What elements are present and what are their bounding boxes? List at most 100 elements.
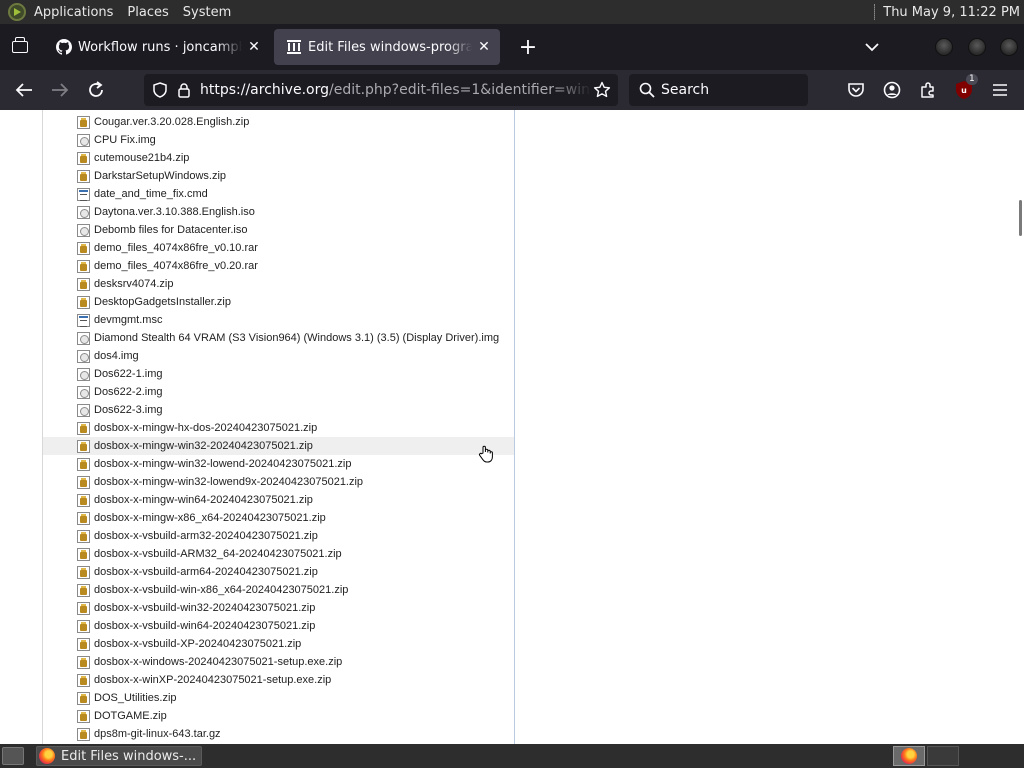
workspace-2-button[interactable] xyxy=(927,746,959,766)
file-row[interactable]: cutemouse21b4.zip xyxy=(43,149,514,167)
file-name[interactable]: demo_files_4074x86fre_v0.10.rar xyxy=(94,242,258,254)
show-desktop-button[interactable] xyxy=(2,747,24,765)
file-name[interactable]: Dos622-1.img xyxy=(94,368,162,380)
file-name[interactable]: dosbox-x-mingw-win32-lowend9x-2024042307… xyxy=(94,476,363,488)
file-row[interactable]: dosbox-x-vsbuild-XP-20240423075021.zip xyxy=(43,635,514,653)
taskbar-window-button[interactable]: Edit Files windows-... xyxy=(36,746,202,766)
file-row[interactable]: dosbox-x-winXP-20240423075021-setup.exe.… xyxy=(43,671,514,689)
url-bar[interactable]: https://archive.org/edit.php?edit-files=… xyxy=(144,74,618,106)
new-tab-button[interactable]: + xyxy=(512,31,544,63)
clock[interactable]: Thu May 9, 11:22 PM xyxy=(883,5,1024,20)
file-row[interactable]: dosbox-x-vsbuild-arm32-20240423075021.zi… xyxy=(43,527,514,545)
file-row[interactable]: DOS_Utilities.zip xyxy=(43,689,514,707)
applications-menu[interactable]: Applications xyxy=(27,5,120,20)
url-text[interactable]: https://archive.org/edit.php?edit-files=… xyxy=(200,82,592,98)
workspace-1-button[interactable] xyxy=(893,746,925,766)
file-row[interactable]: CPU Fix.img xyxy=(43,131,514,149)
file-name[interactable]: date_and_time_fix.cmd xyxy=(94,188,208,200)
file-row[interactable]: dosbox-x-mingw-win64-20240423075021.zip xyxy=(43,491,514,509)
distro-logo-icon[interactable] xyxy=(8,3,26,21)
file-name[interactable]: dosbox-x-vsbuild-win-x86_x64-20240423075… xyxy=(94,584,348,596)
back-button[interactable] xyxy=(8,74,40,106)
file-name[interactable]: cutemouse21b4.zip xyxy=(94,152,189,164)
file-name[interactable]: dosbox-x-mingw-win32-lowend-202404230750… xyxy=(94,458,351,470)
file-name[interactable]: dosbox-x-windows-20240423075021-setup.ex… xyxy=(94,656,342,668)
file-name[interactable]: dps8m-git-linux-643.tar.gz xyxy=(94,728,221,740)
tab-workflow-runs[interactable]: Workflow runs · joncampbell ✕ xyxy=(44,29,270,65)
file-row[interactable]: demo_files_4074x86fre_v0.20.rar xyxy=(43,257,514,275)
file-name[interactable]: Diamond Stealth 64 VRAM (S3 Vision964) (… xyxy=(94,332,499,344)
file-row[interactable]: dps8m-git-linux-643.tar.gz xyxy=(43,725,514,743)
file-row[interactable]: Dos622-1.img xyxy=(43,365,514,383)
file-row[interactable]: Debomb files for Datacenter.iso xyxy=(43,221,514,239)
file-row[interactable]: devmgmt.msc xyxy=(43,311,514,329)
file-name[interactable]: desksrv4074.zip xyxy=(94,278,174,290)
ublock-origin-icon[interactable]: u 1 xyxy=(952,74,978,102)
file-name[interactable]: CPU Fix.img xyxy=(94,134,156,146)
bookmark-star-icon[interactable] xyxy=(592,80,612,100)
file-row[interactable]: date_and_time_fix.cmd xyxy=(43,185,514,203)
app-menu-icon[interactable] xyxy=(988,78,1012,102)
file-row[interactable]: dosbox-x-windows-20240423075021-setup.ex… xyxy=(43,653,514,671)
file-row[interactable]: dosbox-x-mingw-x86_x64-20240423075021.zi… xyxy=(43,509,514,527)
file-name[interactable]: dosbox-x-vsbuild-ARM32_64-20240423075021… xyxy=(94,548,342,560)
file-name[interactable]: dosbox-x-vsbuild-XP-20240423075021.zip xyxy=(94,638,301,650)
file-row[interactable]: DesktopGadgetsInstaller.zip xyxy=(43,293,514,311)
file-row[interactable]: dosbox-x-vsbuild-arm64-20240423075021.zi… xyxy=(43,563,514,581)
system-menu[interactable]: System xyxy=(176,5,238,20)
file-row[interactable]: dosbox-x-mingw-win32-lowend9x-2024042307… xyxy=(43,473,514,491)
file-row[interactable]: dosbox-x-vsbuild-win32-20240423075021.zi… xyxy=(43,599,514,617)
maximize-window-button[interactable] xyxy=(968,38,986,56)
file-name[interactable]: Cougar.ver.3.20.028.English.zip xyxy=(94,116,249,128)
file-name[interactable]: dos4.img xyxy=(94,350,139,362)
reload-button[interactable] xyxy=(80,74,112,106)
file-row[interactable]: Diamond Stealth 64 VRAM (S3 Vision964) (… xyxy=(43,329,514,347)
file-name[interactable]: dosbox-x-mingw-hx-dos-20240423075021.zip xyxy=(94,422,317,434)
file-name[interactable]: dosbox-x-mingw-win32-20240423075021.zip xyxy=(94,440,313,452)
firefox-view-button[interactable] xyxy=(0,24,40,70)
file-name[interactable]: Daytona.ver.3.10.388.English.iso xyxy=(94,206,255,218)
scrollbar-thumb[interactable] xyxy=(1019,200,1022,236)
pocket-icon[interactable] xyxy=(844,78,868,102)
file-row[interactable]: Dos622-2.img xyxy=(43,383,514,401)
search-bar[interactable]: Search xyxy=(629,74,808,106)
file-name[interactable]: dosbox-x-winXP-20240423075021-setup.exe.… xyxy=(94,674,331,686)
file-name[interactable]: Debomb files for Datacenter.iso xyxy=(94,224,247,236)
file-name[interactable]: dosbox-x-mingw-x86_x64-20240423075021.zi… xyxy=(94,512,326,524)
file-name[interactable]: demo_files_4074x86fre_v0.20.rar xyxy=(94,260,258,272)
account-icon[interactable] xyxy=(880,78,904,102)
file-row[interactable]: Dos622-3.img xyxy=(43,401,514,419)
file-name[interactable]: Dos622-2.img xyxy=(94,386,162,398)
file-name[interactable]: dosbox-x-vsbuild-arm32-20240423075021.zi… xyxy=(94,530,318,542)
file-name[interactable]: DOS_Utilities.zip xyxy=(94,692,177,704)
forward-button[interactable] xyxy=(44,74,76,106)
file-row[interactable]: dosbox-x-vsbuild-ARM32_64-20240423075021… xyxy=(43,545,514,563)
lock-icon[interactable] xyxy=(176,82,192,98)
file-name[interactable]: devmgmt.msc xyxy=(94,314,162,326)
file-row[interactable]: dos4.img xyxy=(43,347,514,365)
tab-close-icon[interactable]: ✕ xyxy=(476,39,492,55)
file-row[interactable]: demo_files_4074x86fre_v0.10.rar xyxy=(43,239,514,257)
file-name[interactable]: dosbox-x-vsbuild-win32-20240423075021.zi… xyxy=(94,602,315,614)
file-row[interactable]: dosbox-x-mingw-win32-lowend-202404230750… xyxy=(43,455,514,473)
places-menu[interactable]: Places xyxy=(120,5,175,20)
file-row[interactable]: Daytona.ver.3.10.388.English.iso xyxy=(43,203,514,221)
file-name[interactable]: dosbox-x-vsbuild-arm64-20240423075021.zi… xyxy=(94,566,318,578)
list-all-tabs-button[interactable] xyxy=(860,32,884,62)
file-row[interactable]: dosbox-x-mingw-win32-20240423075021.zip xyxy=(43,437,514,455)
minimize-window-button[interactable] xyxy=(935,38,953,56)
tab-edit-files[interactable]: Edit Files windows-programs ✕ xyxy=(274,29,500,65)
extensions-icon[interactable] xyxy=(916,78,940,102)
file-name[interactable]: dosbox-x-mingw-win64-20240423075021.zip xyxy=(94,494,313,506)
file-row[interactable]: desksrv4074.zip xyxy=(43,275,514,293)
file-name[interactable]: DesktopGadgetsInstaller.zip xyxy=(94,296,231,308)
tab-close-icon[interactable]: ✕ xyxy=(246,39,262,55)
file-name[interactable]: DOTGAME.zip xyxy=(94,710,167,722)
file-name[interactable]: DarkstarSetupWindows.zip xyxy=(94,170,226,182)
file-row[interactable]: DOTGAME.zip xyxy=(43,707,514,725)
file-row[interactable]: dosbox-x-vsbuild-win64-20240423075021.zi… xyxy=(43,617,514,635)
close-window-button[interactable] xyxy=(1000,38,1018,56)
file-row[interactable]: Cougar.ver.3.20.028.English.zip xyxy=(43,113,514,131)
file-name[interactable]: Dos622-3.img xyxy=(94,404,162,416)
file-row[interactable]: dosbox-x-mingw-hx-dos-20240423075021.zip xyxy=(43,419,514,437)
